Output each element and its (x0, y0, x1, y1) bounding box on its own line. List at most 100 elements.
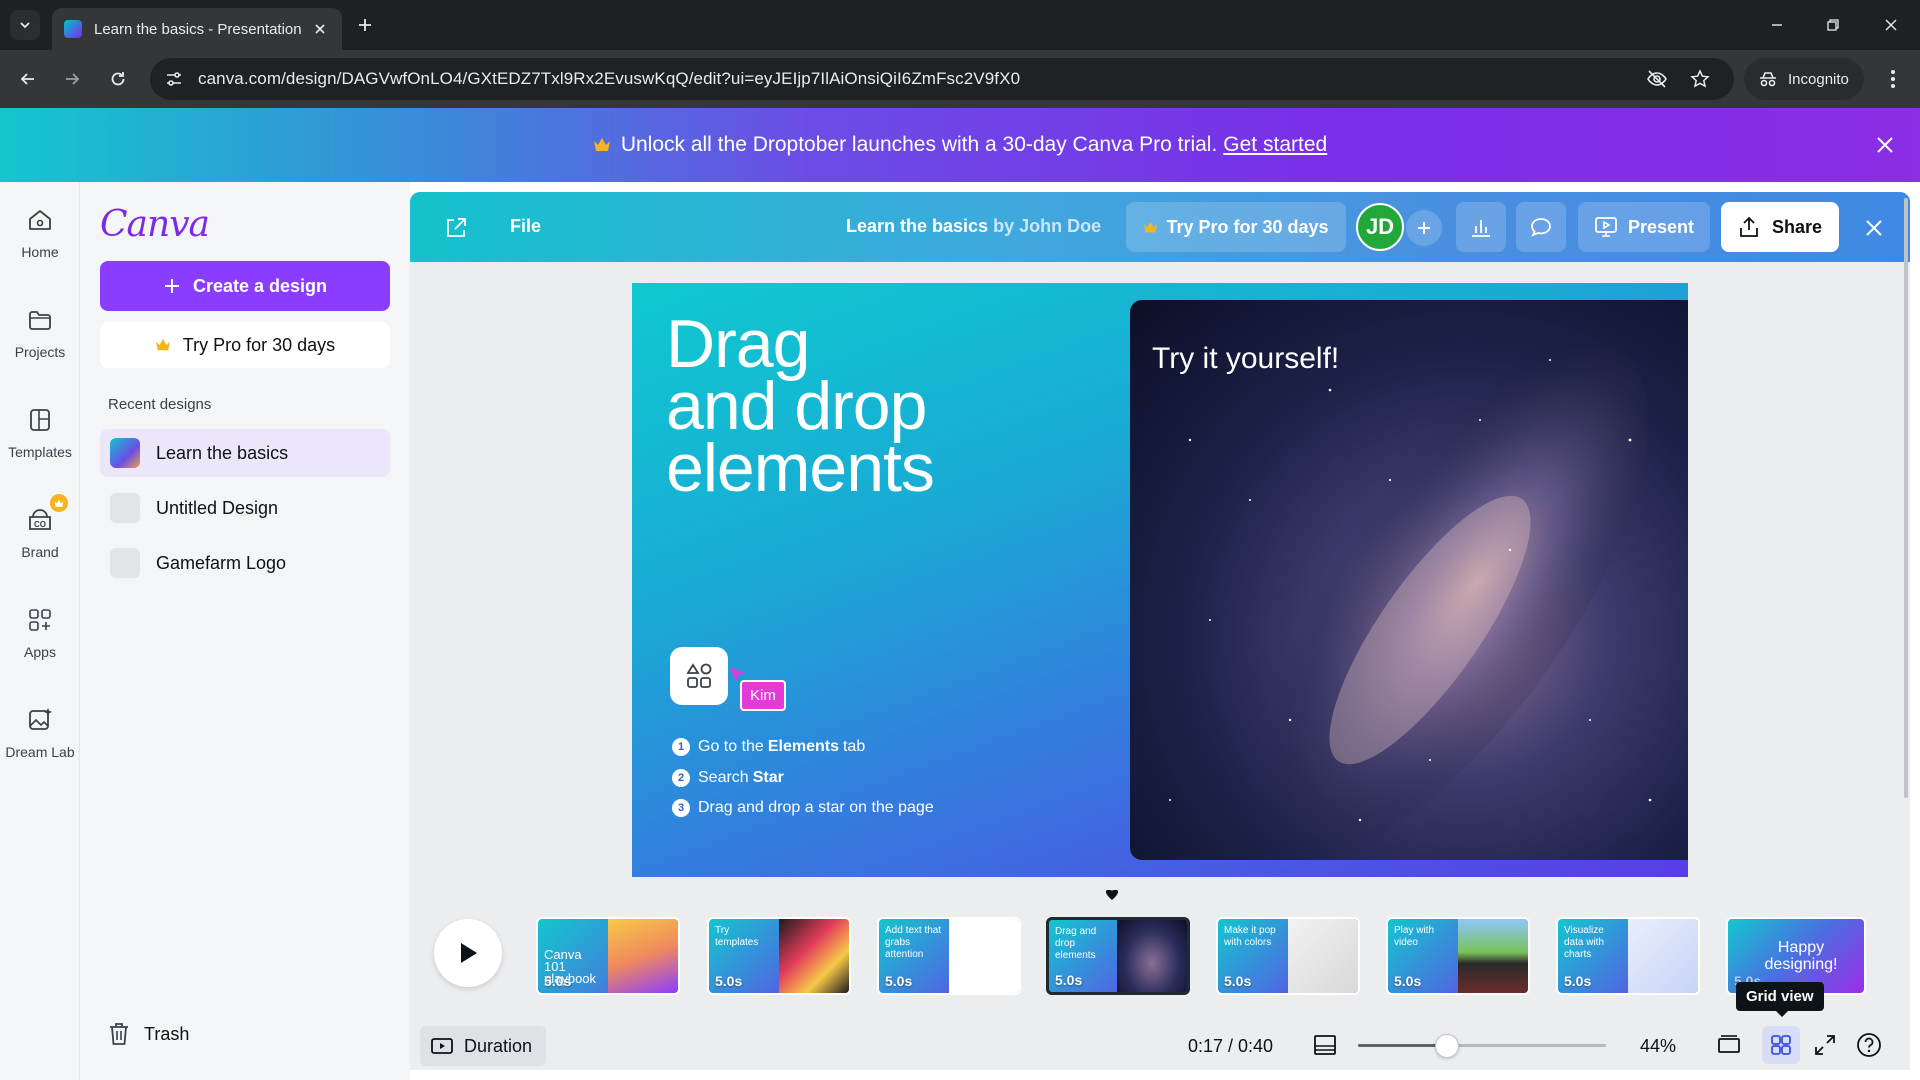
brand-icon: CO (22, 494, 68, 538)
recent-design-item[interactable]: Learn the basics (100, 429, 390, 477)
collaborator-name-tag: Kim (740, 680, 786, 711)
try-pro-label: Try Pro for 30 days (182, 334, 336, 355)
reload-button[interactable] (104, 65, 132, 93)
comment-icon (1531, 218, 1551, 237)
instruction-step: 2 Search Star (672, 769, 788, 787)
minimize-button[interactable] (1764, 12, 1790, 38)
duration-button[interactable]: Duration (420, 1026, 546, 1066)
galaxy-image (1169, 344, 1652, 856)
page-thumbnail[interactable]: Visualize data with charts 5.0s (1556, 917, 1700, 995)
playhead-marker-icon[interactable] (1104, 890, 1120, 904)
help-button[interactable] (1854, 1030, 1884, 1060)
restore-button[interactable] (1820, 12, 1846, 38)
tab-close-button[interactable] (310, 19, 330, 39)
file-menu[interactable]: File (510, 216, 541, 237)
scrollbar-thumb[interactable] (1904, 198, 1908, 798)
page-thumbnail[interactable]: Play with video 5.0s (1386, 917, 1530, 995)
avatar[interactable]: JD (1356, 203, 1404, 251)
zoom-level[interactable]: 44% (1640, 1036, 1676, 1057)
fullscreen-button[interactable] (1810, 1030, 1840, 1060)
forward-button[interactable] (58, 65, 86, 93)
get-started-link[interactable]: Get started (1223, 133, 1327, 157)
crown-icon (155, 338, 170, 351)
present-label: Present (1627, 216, 1695, 237)
try-pro-toolbar-button[interactable]: Try Pro for 30 days (1126, 202, 1346, 252)
rail-item-templates[interactable]: Templates (0, 382, 80, 468)
thumbnail-title: Add text that grabs attention (885, 925, 942, 960)
bookmark-button[interactable] (1687, 66, 1713, 92)
share-icon (1740, 216, 1758, 237)
zoom-slider-handle[interactable] (1435, 1034, 1460, 1058)
insights-button[interactable] (1456, 202, 1506, 252)
plus-icon (164, 279, 179, 293)
slide-title-line: elements (666, 430, 935, 506)
site-info-button[interactable] (154, 58, 194, 100)
rail-item-brand[interactable]: CO Brand (0, 482, 80, 568)
eye-off-icon (1647, 70, 1667, 88)
home-icon (22, 202, 58, 238)
new-tab-button[interactable] (352, 12, 378, 38)
timeline-icon (431, 1038, 453, 1054)
page-thumbnail[interactable]: Make it pop with colors 5.0s (1216, 917, 1360, 995)
promo-banner: Unlock all the Droptober launches with a… (0, 108, 1920, 182)
rail-label-brand: Brand (21, 544, 59, 560)
time-readout: 0:17 / 0:40 (1188, 1036, 1274, 1056)
pages-view-button[interactable] (1714, 1030, 1744, 1060)
rail-item-dream-lab[interactable]: Dream Lab (0, 682, 80, 768)
zoom-slider[interactable] (1358, 1034, 1606, 1058)
trash-button[interactable]: Trash (108, 1022, 189, 1046)
slide-canvas[interactable]: Drag and drop elements Try it yourself! … (632, 283, 1688, 877)
eye-off-button[interactable] (1644, 66, 1670, 92)
page-thumbnail[interactable]: Canva 101 playbook 5.0s (536, 917, 680, 995)
instruction-step: 1 Go to the Elements tab (672, 738, 865, 756)
try-pro-toolbar-label: Try Pro for 30 days (1166, 216, 1329, 237)
thumbnail-duration: 5.0s (544, 973, 572, 989)
document-title[interactable]: Learn the basics by John Doe (846, 216, 1101, 237)
present-button[interactable]: Present (1578, 202, 1710, 252)
svg-text:CO: CO (34, 520, 46, 529)
slide-title[interactable]: Drag and drop elements (666, 306, 935, 506)
close-editor-button[interactable] (1860, 214, 1888, 242)
rail-item-apps[interactable]: Apps (0, 582, 80, 668)
notes-button[interactable] (1310, 1030, 1340, 1060)
step-text: Go to the (698, 738, 764, 755)
comments-button[interactable] (1516, 202, 1566, 252)
browser-tab-active[interactable]: Learn the basics - Presentation (52, 8, 342, 50)
thumbnail-duration: 5.0s (1564, 973, 1592, 989)
browser-menu-button[interactable] (1880, 66, 1906, 92)
incognito-indicator[interactable]: Incognito (1744, 58, 1864, 100)
grid-view-button[interactable] (1762, 1026, 1800, 1064)
add-collaborator-button[interactable] (1406, 210, 1442, 246)
doc-title-name: Learn the basics (846, 216, 989, 236)
thumbnail-duration: 5.0s (715, 973, 743, 989)
try-pro-button[interactable]: Try Pro for 30 days (100, 322, 390, 368)
step-bold: Star (752, 769, 784, 786)
rail-item-home[interactable]: Home (0, 182, 80, 268)
instruction-step: 3 Drag and drop a star on the page (672, 799, 934, 817)
slide-title-line: Drag (666, 306, 810, 382)
thumbnail-image (1117, 920, 1187, 992)
open-in-new-button[interactable] (442, 214, 470, 242)
share-button[interactable]: Share (1721, 202, 1839, 252)
thumbnail-image (608, 919, 678, 993)
address-bar[interactable]: canva.com/design/DAGVwfOnLO4/GXtEDZ7Txl9… (150, 58, 1734, 100)
play-button[interactable] (434, 919, 502, 987)
editor-window: File Learn the basics by John Doe Try Pr… (410, 192, 1910, 1070)
step-number: 1 (672, 738, 690, 756)
recent-design-item[interactable]: Gamefarm Logo (100, 539, 390, 587)
banner-close-button[interactable] (1872, 132, 1898, 158)
window-close-button[interactable] (1878, 12, 1904, 38)
thumbnail-duration: 5.0s (1224, 973, 1252, 989)
photo-caption[interactable]: Try it yourself! (1152, 342, 1339, 376)
editor-scrollbar[interactable] (1904, 192, 1910, 1070)
page-thumbnail-selected[interactable]: Drag and drop elements 5.0s (1046, 917, 1190, 995)
page-thumbnail[interactable]: Add text that grabs attention 5.0s (877, 917, 1021, 995)
page-thumbnail[interactable]: Try templates 5.0s (707, 917, 851, 995)
create-design-button[interactable]: Create a design (100, 261, 390, 311)
recent-design-item[interactable]: Untitled Design (100, 484, 390, 532)
canva-logo[interactable]: Canva (100, 204, 210, 245)
back-button[interactable] (14, 65, 42, 93)
galaxy-photo[interactable]: Try it yourself! (1130, 300, 1688, 860)
rail-item-projects[interactable]: Projects (0, 282, 80, 368)
tab-search-button[interactable] (10, 10, 40, 40)
